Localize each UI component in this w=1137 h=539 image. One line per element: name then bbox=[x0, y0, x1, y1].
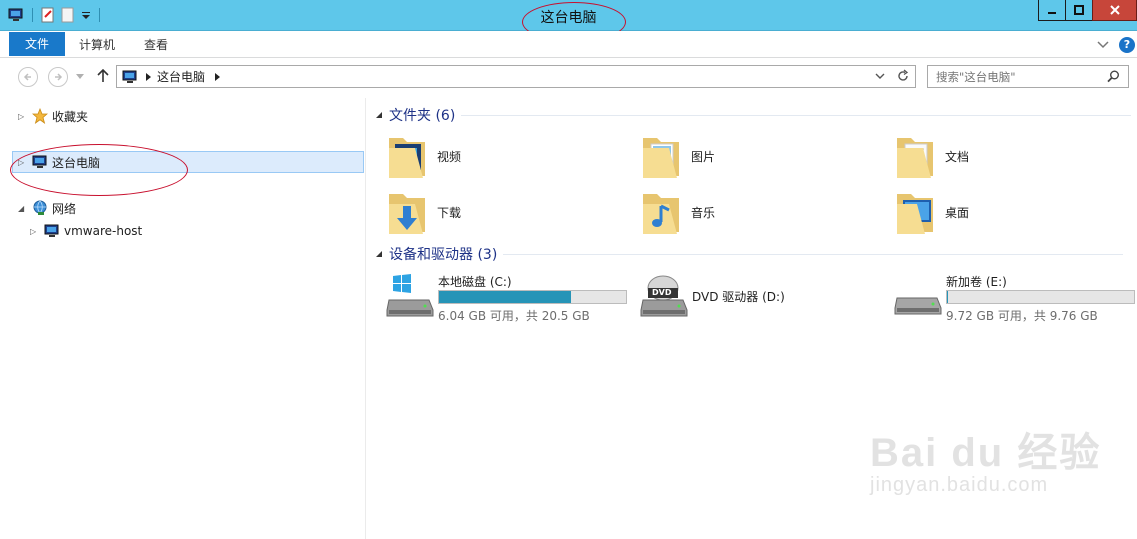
group-header-devices[interactable]: 设备和驱动器 (3) bbox=[375, 244, 1124, 264]
close-icon bbox=[1109, 5, 1120, 15]
folder-downloads[interactable]: 下载 bbox=[385, 188, 461, 236]
computer-icon bbox=[44, 224, 59, 237]
star-icon bbox=[32, 108, 48, 124]
drive-label: DVD 驱动器 (D:) bbox=[692, 290, 785, 304]
baidu-watermark: Bai du 经验 jingyan.baidu.com bbox=[870, 420, 1101, 497]
nav-item-network[interactable]: ◢ 网络 bbox=[18, 197, 76, 219]
downloads-folder-icon bbox=[389, 194, 425, 234]
expand-arrow-icon[interactable]: ▷ bbox=[30, 227, 40, 236]
address-bar-actions bbox=[875, 69, 909, 83]
minimize-icon bbox=[1048, 12, 1056, 14]
folder-label: 图片 bbox=[691, 149, 716, 164]
breadcrumb-separator-icon[interactable] bbox=[215, 72, 221, 81]
documents-folder-icon bbox=[897, 138, 933, 178]
folder-label: 桌面 bbox=[945, 205, 970, 220]
drive-usage-bar bbox=[438, 290, 627, 304]
minimize-button[interactable] bbox=[1038, 0, 1066, 21]
drive-free-space: 6.04 GB 可用，共 20.5 GB bbox=[438, 309, 590, 323]
folder-music[interactable]: 音乐 bbox=[639, 188, 715, 236]
desktop-folder-icon bbox=[897, 194, 933, 234]
chevron-down-icon[interactable] bbox=[875, 69, 885, 83]
up-arrow-icon[interactable] bbox=[97, 69, 109, 83]
drive-free-space: 9.72 GB 可用，共 9.76 GB bbox=[946, 309, 1098, 323]
forward-button[interactable] bbox=[48, 67, 68, 87]
group-divider bbox=[503, 253, 1124, 255]
network-icon bbox=[33, 200, 47, 215]
collapse-group-icon[interactable] bbox=[375, 111, 383, 119]
window-controls bbox=[1038, 0, 1137, 21]
expand-ribbon-icon[interactable] bbox=[1097, 41, 1109, 49]
hard-drive-icon bbox=[894, 297, 942, 315]
back-arrow-icon bbox=[23, 73, 31, 81]
back-button[interactable] bbox=[18, 67, 38, 87]
navigation-bar: 这台电脑 bbox=[0, 58, 1137, 98]
drive-c[interactable]: 本地磁盘 (C:) 6.04 GB 可用，共 20.5 GB bbox=[385, 274, 635, 324]
drive-d[interactable]: DVD DVD 驱动器 (D:) bbox=[639, 274, 889, 324]
drive-e[interactable]: 新加卷 (E:) 9.72 GB 可用，共 9.76 GB bbox=[893, 274, 1137, 324]
breadcrumb-this-pc[interactable]: 这台电脑 bbox=[157, 68, 205, 85]
tab-view[interactable]: 查看 bbox=[132, 33, 180, 57]
navigation-pane: ▷ 收藏夹 ▷ 这台电脑 ◢ 网络 ▷ vmware-host bbox=[0, 98, 366, 539]
nav-item-favorites[interactable]: ▷ 收藏夹 bbox=[18, 105, 88, 127]
collapse-group-icon[interactable] bbox=[375, 250, 383, 258]
forward-arrow-icon bbox=[55, 73, 63, 81]
folder-videos[interactable]: 视频 bbox=[385, 132, 461, 180]
close-button[interactable] bbox=[1092, 0, 1137, 21]
annotation-circle bbox=[10, 144, 188, 196]
ribbon-right-controls: ? bbox=[1097, 37, 1135, 53]
folder-label: 视频 bbox=[437, 149, 462, 164]
search-input[interactable] bbox=[927, 65, 1129, 88]
help-icon[interactable]: ? bbox=[1119, 37, 1135, 53]
drive-usage-bar bbox=[946, 290, 1135, 304]
drive-usage-fill bbox=[439, 291, 571, 303]
refresh-icon[interactable] bbox=[897, 69, 909, 83]
dvd-drive-icon bbox=[640, 275, 688, 317]
drive-usage-fill bbox=[947, 291, 948, 303]
recent-locations-icon[interactable] bbox=[76, 74, 84, 80]
nav-item-vmware-host[interactable]: ▷ vmware-host bbox=[30, 220, 142, 242]
collapse-arrow-icon[interactable]: ◢ bbox=[18, 204, 28, 213]
group-header-label: 文件夹 (6) bbox=[389, 108, 456, 124]
folder-documents[interactable]: 文档 bbox=[893, 132, 969, 180]
search-icon[interactable] bbox=[1107, 70, 1120, 83]
maximize-icon bbox=[1074, 5, 1084, 15]
windows-drive-icon bbox=[386, 274, 434, 317]
folder-label: 下载 bbox=[437, 205, 462, 220]
nav-item-label: vmware-host bbox=[64, 224, 143, 238]
maximize-button[interactable] bbox=[1065, 0, 1093, 21]
address-bar[interactable]: 这台电脑 bbox=[116, 65, 916, 88]
folder-label: 文档 bbox=[945, 149, 970, 164]
folder-desktop[interactable]: 桌面 bbox=[893, 188, 969, 236]
nav-item-label: 网络 bbox=[52, 201, 77, 216]
pictures-folder-icon bbox=[643, 138, 679, 178]
tab-file[interactable]: 文件 bbox=[9, 32, 65, 56]
folder-label: 音乐 bbox=[691, 205, 716, 220]
title-bar: 这台电脑 bbox=[0, 0, 1137, 42]
dvd-icon-text: DVD bbox=[652, 288, 672, 297]
watermark-logo-text: Bai du 经验 bbox=[870, 431, 1102, 475]
group-header-label: 设备和驱动器 (3) bbox=[389, 247, 498, 263]
drive-label: 新加卷 (E:) bbox=[946, 275, 1007, 289]
folder-pictures[interactable]: 图片 bbox=[639, 132, 715, 180]
computer-icon bbox=[122, 70, 137, 83]
group-header-folders[interactable]: 文件夹 (6) bbox=[375, 105, 1132, 125]
music-folder-icon bbox=[643, 194, 679, 234]
nav-item-label: 收藏夹 bbox=[52, 109, 89, 124]
tab-computer[interactable]: 计算机 bbox=[67, 33, 127, 57]
videos-folder-icon bbox=[389, 138, 425, 178]
drive-label: 本地磁盘 (C:) bbox=[438, 275, 512, 289]
expand-arrow-icon[interactable]: ▷ bbox=[18, 112, 28, 121]
ribbon-tabs: 文件 计算机 查看 ? bbox=[0, 31, 1137, 58]
group-divider bbox=[461, 114, 1132, 116]
breadcrumb-separator-icon[interactable] bbox=[146, 72, 151, 81]
